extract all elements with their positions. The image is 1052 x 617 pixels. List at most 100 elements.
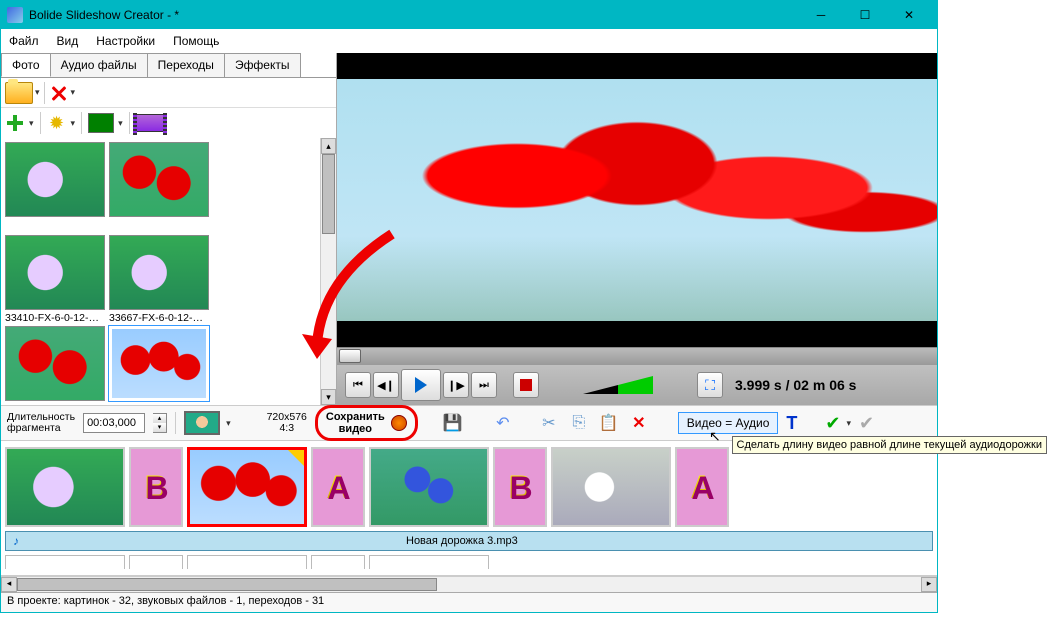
tab-transitions[interactable]: Переходы: [147, 53, 225, 77]
app-icon: [7, 7, 23, 23]
thumbnail-image: [109, 142, 209, 217]
thumbnail-image: [109, 326, 209, 401]
apply-all-icon[interactable]: ✔: [859, 413, 874, 434]
scroll-thumb[interactable]: [17, 578, 437, 591]
preview-frame: [337, 79, 937, 320]
scroll-right-icon[interactable]: ▸: [921, 577, 937, 592]
seek-slider[interactable]: [337, 347, 937, 365]
menu-view[interactable]: Вид: [57, 34, 79, 48]
folder-dropdown-icon[interactable]: ▾: [35, 87, 40, 98]
menu-help[interactable]: Помощь: [173, 34, 219, 48]
delete-dropdown-icon[interactable]: ▾: [71, 87, 76, 98]
timeline-clip[interactable]: [369, 447, 489, 527]
library-item[interactable]: [109, 142, 209, 217]
thumbnail-label: 33667-FX-6-0-12-…: [109, 310, 209, 324]
library-toolbar-1: ▾ ▾: [1, 78, 336, 108]
video-preview: [337, 53, 937, 347]
paste-icon[interactable]: 📋: [598, 412, 620, 434]
next-frame-button[interactable]: ❙▶: [443, 372, 469, 398]
open-folder-icon[interactable]: [5, 82, 33, 104]
timeline-stub: [187, 555, 307, 569]
last-frame-button[interactable]: ⏭: [471, 372, 497, 398]
scroll-left-icon[interactable]: ◂: [1, 577, 17, 592]
duration-label: Длительность фрагмента: [7, 412, 75, 434]
undo-icon[interactable]: ↶: [492, 412, 514, 434]
timeline-stub: [129, 555, 183, 569]
scroll-down-icon[interactable]: ▾: [321, 389, 336, 405]
star-icon[interactable]: ✹: [47, 113, 67, 133]
library-item[interactable]: 33410-FX-6-0-12-…: [5, 235, 105, 324]
library-panel: Фото Аудио файлы Переходы Эффекты ▾ ▾ ▾ …: [1, 53, 337, 405]
current-time: 3.999 s: [735, 377, 782, 393]
close-button[interactable]: ✕: [887, 1, 931, 29]
text-tool-icon[interactable]: T: [786, 413, 797, 434]
color-dropdown-icon[interactable]: ▾: [118, 118, 123, 129]
playback-controls: ⏮ ◀❙ ❙▶ ⏭ ⛶ 3.999 s / 02 m 06 s: [337, 365, 937, 405]
audio-track[interactable]: ♪ Новая дорожка 3.mp3: [5, 531, 933, 551]
tab-photo[interactable]: Фото: [1, 53, 51, 77]
maximize-button[interactable]: ☐: [843, 1, 887, 29]
dogear-icon: [288, 450, 304, 466]
main-toolbar: Длительность фрагмента ▴▾ ▾ 720x576 4:3 …: [1, 405, 937, 441]
save-video-button[interactable]: Сохранить видео: [315, 405, 418, 441]
volume-indicator[interactable]: [583, 376, 653, 394]
duration-spinner[interactable]: ▴▾: [153, 413, 167, 433]
timeline-transition[interactable]: A: [675, 447, 729, 527]
audio-track-label: Новая дорожка 3.mp3: [26, 535, 932, 547]
menu-settings[interactable]: Настройки: [96, 34, 155, 48]
audio-note-icon: ♪: [6, 534, 26, 548]
timeline-clip[interactable]: [5, 447, 125, 527]
star-dropdown-icon[interactable]: ▾: [71, 118, 76, 129]
separator: [44, 82, 45, 104]
library-scrollbar[interactable]: ▴ ▾: [320, 138, 336, 405]
timeline-stub: [311, 555, 365, 569]
library-item[interactable]: 37055-FX-6-0-12-…: [109, 326, 209, 405]
pan-zoom-button[interactable]: [184, 411, 220, 435]
film-icon[interactable]: [136, 114, 164, 132]
delete-icon[interactable]: [49, 83, 69, 103]
app-window: Bolide Slideshow Creator - * ─ ☐ ✕ Файл …: [0, 0, 938, 613]
color-swatch[interactable]: [88, 113, 114, 133]
play-button[interactable]: [401, 369, 441, 401]
library-item[interactable]: [5, 142, 105, 217]
stop-icon: [520, 379, 532, 391]
tooltip: Сделать длину видео равной длине текущей…: [732, 436, 1048, 454]
scroll-up-icon[interactable]: ▴: [321, 138, 336, 154]
tab-audio[interactable]: Аудио файлы: [50, 53, 148, 77]
timeline-clip-selected[interactable]: [187, 447, 307, 527]
library-item[interactable]: 33743-FX-6-0-12-…: [5, 326, 105, 405]
thumbnail-image: [5, 326, 105, 401]
timeline-transition[interactable]: B: [493, 447, 547, 527]
timeline-clip[interactable]: [551, 447, 671, 527]
delete-item-icon[interactable]: ✕: [628, 412, 650, 434]
record-icon: [391, 415, 407, 431]
scroll-thumb[interactable]: [322, 154, 335, 234]
total-time: 02 m 06 s: [793, 377, 856, 393]
apply-icon[interactable]: ✔: [825, 413, 840, 434]
cut-icon[interactable]: ✂: [538, 412, 560, 434]
titlebar[interactable]: Bolide Slideshow Creator - * ─ ☐ ✕: [1, 1, 937, 29]
copy-icon[interactable]: ⎘: [568, 412, 590, 434]
prev-frame-button[interactable]: ◀❙: [373, 372, 399, 398]
timeline-transition[interactable]: A: [311, 447, 365, 527]
duration-input[interactable]: [83, 413, 145, 433]
thumbnail-image: [109, 235, 209, 310]
first-frame-button[interactable]: ⏮: [345, 372, 371, 398]
minimize-button[interactable]: ─: [799, 1, 843, 29]
save-project-icon[interactable]: 💾: [442, 412, 464, 434]
main-area: Фото Аудио файлы Переходы Эффекты ▾ ▾ ▾ …: [1, 53, 937, 405]
fullscreen-button[interactable]: ⛶: [697, 372, 723, 398]
tab-effects[interactable]: Эффекты: [224, 53, 301, 77]
add-dropdown-icon[interactable]: ▾: [29, 118, 34, 129]
library-item[interactable]: 33667-FX-6-0-12-…: [109, 235, 209, 324]
timeline: B A B A ♪ Новая дорожка 3.mp3: [1, 441, 937, 576]
add-icon[interactable]: [5, 113, 25, 133]
thumbnail-image: [5, 235, 105, 310]
stop-button[interactable]: [513, 372, 539, 398]
timeline-scrollbar[interactable]: ◂ ▸: [1, 576, 937, 592]
video-equals-audio-button[interactable]: Видео = Аудио: [678, 412, 779, 434]
seek-thumb[interactable]: [339, 349, 361, 363]
timeline-transition[interactable]: B: [129, 447, 183, 527]
menu-file[interactable]: Файл: [9, 34, 39, 48]
timeline-stub: [369, 555, 489, 569]
